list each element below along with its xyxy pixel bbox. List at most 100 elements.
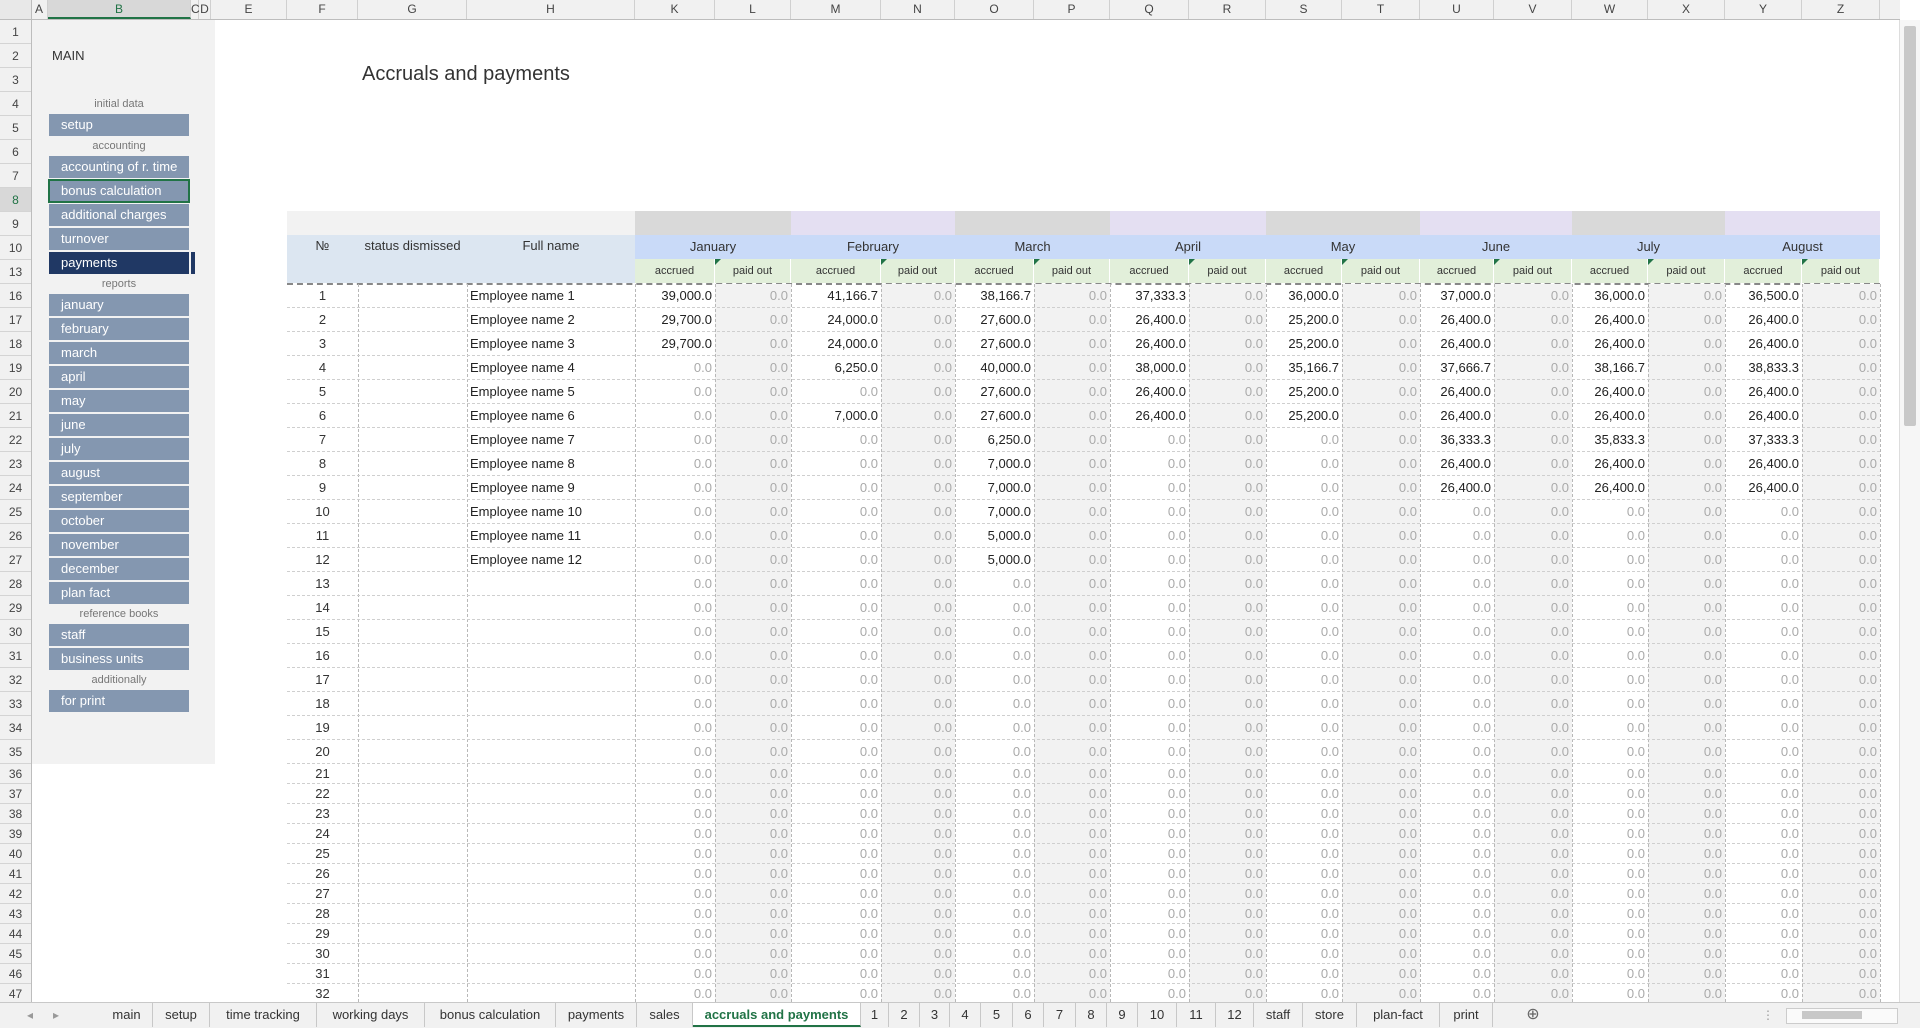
status-cell[interactable] xyxy=(358,804,467,824)
sheet-tab-6[interactable]: 6 xyxy=(1013,1003,1044,1027)
paid-out-cell[interactable]: 0.0 xyxy=(715,572,791,596)
sheet-tab-setup[interactable]: setup xyxy=(153,1003,210,1027)
paid-out-cell[interactable]: 0.0 xyxy=(1189,844,1266,864)
accrued-cell[interactable]: 26,400.0 xyxy=(1110,404,1189,428)
accrued-cell[interactable]: 0.0 xyxy=(1266,620,1342,644)
paid-out-cell[interactable]: 0.0 xyxy=(881,924,955,944)
sheet-tab-5[interactable]: 5 xyxy=(981,1003,1013,1027)
row-header-18[interactable]: 18 xyxy=(0,332,31,356)
accrued-cell[interactable]: 0.0 xyxy=(1572,620,1648,644)
status-cell[interactable] xyxy=(358,944,467,964)
paid-out-cell[interactable]: 0.0 xyxy=(1494,884,1572,904)
paid-out-cell[interactable]: 0.0 xyxy=(1494,644,1572,668)
paid-out-cell[interactable]: 0.0 xyxy=(1342,500,1420,524)
row-header-19[interactable]: 19 xyxy=(0,356,31,380)
paid-out-cell[interactable]: 0.0 xyxy=(1034,784,1110,804)
accrued-cell[interactable]: 0.0 xyxy=(1420,924,1494,944)
accrued-cell[interactable]: 0.0 xyxy=(955,716,1034,740)
column-header-v[interactable]: V xyxy=(1494,0,1572,19)
paid-out-cell[interactable]: 0.0 xyxy=(1034,500,1110,524)
paid-out-cell[interactable]: 0.0 xyxy=(1189,404,1266,428)
accrued-cell[interactable]: 0.0 xyxy=(1725,804,1802,824)
paid-out-cell[interactable]: 0.0 xyxy=(1648,924,1725,944)
accrued-cell[interactable]: 0.0 xyxy=(1266,804,1342,824)
accrued-cell[interactable]: 40,000.0 xyxy=(955,356,1034,380)
accrued-cell[interactable]: 0.0 xyxy=(1725,824,1802,844)
paid-out-cell[interactable]: 0.0 xyxy=(715,404,791,428)
accrued-cell[interactable]: 24,000.0 xyxy=(791,332,881,356)
status-cell[interactable] xyxy=(358,644,467,668)
paid-out-cell[interactable]: 0.0 xyxy=(1494,428,1572,452)
paid-out-cell[interactable]: 0.0 xyxy=(715,904,791,924)
paid-out-cell[interactable]: 0.0 xyxy=(1494,740,1572,764)
row-header-29[interactable]: 29 xyxy=(0,596,31,620)
accrued-cell[interactable]: 24,000.0 xyxy=(791,308,881,332)
paid-out-cell[interactable]: 0.0 xyxy=(1189,924,1266,944)
column-header-l[interactable]: L xyxy=(715,0,791,19)
paid-out-cell[interactable]: 0.0 xyxy=(1648,668,1725,692)
nav-button-for-print[interactable]: for print xyxy=(49,690,189,712)
paid-out-cell[interactable]: 0.0 xyxy=(715,620,791,644)
paid-out-cell[interactable]: 0.0 xyxy=(1342,984,1420,1002)
accrued-cell[interactable]: 0.0 xyxy=(1572,716,1648,740)
paid-out-cell[interactable]: 0.0 xyxy=(1648,904,1725,924)
accrued-cell[interactable]: 37,333.3 xyxy=(1110,284,1189,308)
accrued-cell[interactable]: 0.0 xyxy=(1725,884,1802,904)
accrued-cell[interactable]: 38,166.7 xyxy=(1572,356,1648,380)
accrued-cell[interactable]: 27,600.0 xyxy=(955,380,1034,404)
row-header-39[interactable]: 39 xyxy=(0,824,31,844)
accrued-cell[interactable]: 0.0 xyxy=(1725,548,1802,572)
paid-out-cell[interactable]: 0.0 xyxy=(1648,332,1725,356)
paid-out-cell[interactable]: 0.0 xyxy=(1802,804,1880,824)
paid-out-cell[interactable]: 0.0 xyxy=(1802,380,1880,404)
accrued-cell[interactable]: 36,000.0 xyxy=(1572,284,1648,308)
vertical-scroll-thumb[interactable] xyxy=(1904,26,1916,426)
paid-out-cell[interactable]: 0.0 xyxy=(1802,692,1880,716)
accrued-cell[interactable]: 0.0 xyxy=(635,884,715,904)
paid-out-cell[interactable]: 0.0 xyxy=(1342,620,1420,644)
paid-out-cell[interactable]: 0.0 xyxy=(715,428,791,452)
status-cell[interactable] xyxy=(358,824,467,844)
tab-next-icon[interactable]: ▸ xyxy=(46,1003,66,1027)
paid-out-cell[interactable]: 0.0 xyxy=(1648,548,1725,572)
paid-out-cell[interactable]: 0.0 xyxy=(715,716,791,740)
accrued-cell[interactable]: 0.0 xyxy=(1420,884,1494,904)
status-cell[interactable] xyxy=(358,548,467,572)
status-cell[interactable] xyxy=(358,764,467,784)
paid-out-cell[interactable]: 0.0 xyxy=(1802,716,1880,740)
paid-out-cell[interactable]: 0.0 xyxy=(1802,984,1880,1002)
paid-out-cell[interactable]: 0.0 xyxy=(881,716,955,740)
paid-out-cell[interactable]: 0.0 xyxy=(715,356,791,380)
paid-out-cell[interactable]: 0.0 xyxy=(1802,864,1880,884)
paid-out-cell[interactable]: 0.0 xyxy=(1494,964,1572,984)
accrued-cell[interactable]: 0.0 xyxy=(635,844,715,864)
status-cell[interactable] xyxy=(358,784,467,804)
column-header-f[interactable]: F xyxy=(287,0,358,19)
accrued-cell[interactable]: 36,500.0 xyxy=(1725,284,1802,308)
status-cell[interactable] xyxy=(358,380,467,404)
accrued-cell[interactable]: 26,400.0 xyxy=(1420,308,1494,332)
status-cell[interactable] xyxy=(358,924,467,944)
paid-out-cell[interactable]: 0.0 xyxy=(1648,944,1725,964)
paid-out-cell[interactable]: 0.0 xyxy=(1802,572,1880,596)
paid-out-cell[interactable]: 0.0 xyxy=(881,864,955,884)
employee-name[interactable]: Employee name 12 xyxy=(467,548,635,572)
horizontal-scrollbar[interactable] xyxy=(1786,1008,1898,1024)
tab-prev-icon[interactable]: ◂ xyxy=(20,1003,40,1027)
column-header-z[interactable]: Z xyxy=(1802,0,1880,19)
accrued-cell[interactable]: 0.0 xyxy=(635,620,715,644)
accrued-cell[interactable]: 0.0 xyxy=(1725,984,1802,1002)
paid-out-cell[interactable]: 0.0 xyxy=(1648,572,1725,596)
accrued-cell[interactable]: 0.0 xyxy=(1266,716,1342,740)
paid-out-cell[interactable]: 0.0 xyxy=(881,548,955,572)
paid-out-cell[interactable]: 0.0 xyxy=(715,380,791,404)
nav-button-setup[interactable]: setup xyxy=(49,114,189,136)
accrued-cell[interactable]: 26,400.0 xyxy=(1572,476,1648,500)
column-header-m[interactable]: M xyxy=(791,0,881,19)
row-header-47[interactable]: 47 xyxy=(0,984,31,1002)
paid-out-cell[interactable]: 0.0 xyxy=(1802,452,1880,476)
paid-out-cell[interactable]: 0.0 xyxy=(1802,404,1880,428)
accrued-cell[interactable]: 0.0 xyxy=(1725,596,1802,620)
paid-out-cell[interactable]: 0.0 xyxy=(1342,668,1420,692)
accrued-cell[interactable]: 27,600.0 xyxy=(955,332,1034,356)
